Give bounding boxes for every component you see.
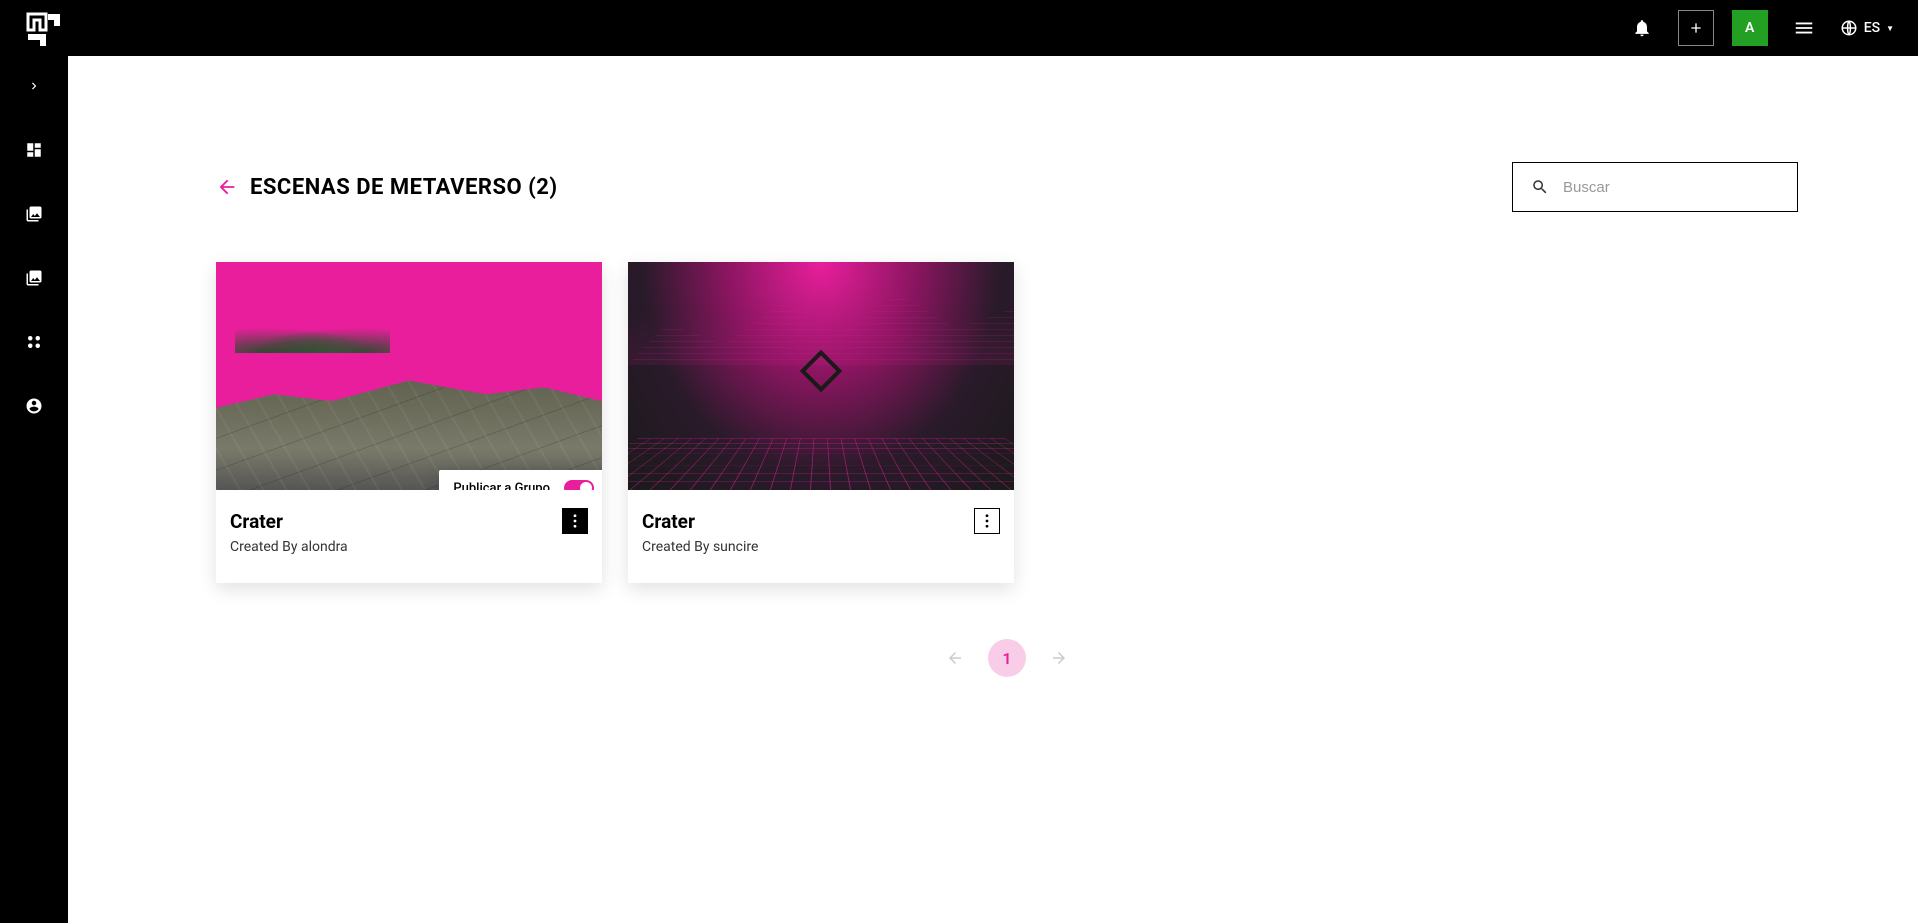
popover-label: Publicar a Grupo — [453, 481, 550, 491]
account-icon — [25, 397, 43, 415]
title-wrap: ESCENAS DE METAVERSO (2) — [216, 175, 558, 200]
page-title: ESCENAS DE METAVERSO (2) — [250, 175, 558, 200]
avatar[interactable]: A — [1732, 10, 1768, 46]
arrow-left-icon — [946, 649, 964, 667]
sidebar-expand[interactable] — [16, 68, 52, 104]
sidebar-images[interactable] — [16, 260, 52, 296]
images-icon — [25, 269, 43, 287]
arrow-left-icon — [216, 176, 238, 198]
card-body: Crater Created By alondra — [216, 490, 602, 583]
scene-card[interactable]: Crater Created By suncire — [628, 262, 1014, 583]
search-input[interactable] — [1563, 179, 1779, 196]
add-button[interactable] — [1678, 10, 1714, 46]
chevron-down-icon: ▼ — [1886, 24, 1894, 33]
globe-icon — [1840, 19, 1858, 37]
chevron-right-icon — [27, 79, 41, 93]
card-thumbnail — [628, 262, 1014, 490]
apps-icon — [25, 333, 43, 351]
sidebar-account[interactable] — [16, 388, 52, 424]
card-subtitle: Created By suncire — [642, 539, 1000, 555]
main-content: ESCENAS DE METAVERSO (2) Publicar a Grup… — [68, 0, 1918, 677]
sidebar-dashboard[interactable] — [16, 132, 52, 168]
pagination-prev[interactable] — [946, 649, 964, 667]
gallery-icon — [25, 205, 43, 223]
dots-vertical-icon — [985, 514, 989, 528]
sidebar-gallery[interactable] — [16, 196, 52, 232]
cards-grid: Publicar a Grupo Crater Created By alond… — [216, 262, 1798, 583]
menu-button[interactable] — [1786, 10, 1822, 46]
publish-toggle[interactable] — [564, 480, 594, 490]
sidebar-apps[interactable] — [16, 324, 52, 360]
back-button[interactable] — [216, 176, 238, 198]
language-selector[interactable]: ES ▼ — [1840, 19, 1894, 37]
pagination-next[interactable] — [1050, 649, 1068, 667]
logo[interactable] — [24, 8, 64, 48]
dashboard-icon — [25, 141, 43, 159]
header: A ES ▼ — [0, 0, 1918, 56]
card-thumbnail: Publicar a Grupo — [216, 262, 602, 490]
scene-card[interactable]: Publicar a Grupo Crater Created By alond… — [216, 262, 602, 583]
top-row: ESCENAS DE METAVERSO (2) — [216, 162, 1798, 212]
card-body: Crater Created By suncire — [628, 490, 1014, 583]
search-icon — [1531, 178, 1549, 196]
card-title: Crater — [642, 510, 1000, 533]
header-actions: A ES ▼ — [1624, 10, 1894, 46]
card-subtitle: Created By alondra — [230, 539, 588, 555]
card-title: Crater — [230, 510, 588, 533]
search-box[interactable] — [1512, 162, 1798, 212]
pagination: 1 — [216, 639, 1798, 677]
language-label: ES — [1864, 20, 1880, 36]
dots-vertical-icon — [573, 514, 577, 528]
notifications-button[interactable] — [1624, 10, 1660, 46]
sidebar — [0, 56, 68, 923]
card-menu-button[interactable] — [562, 508, 588, 534]
card-menu-button[interactable] — [974, 508, 1000, 534]
pagination-page[interactable]: 1 — [988, 639, 1026, 677]
arrow-right-icon — [1050, 649, 1068, 667]
publish-popover: Publicar a Grupo — [439, 470, 602, 490]
